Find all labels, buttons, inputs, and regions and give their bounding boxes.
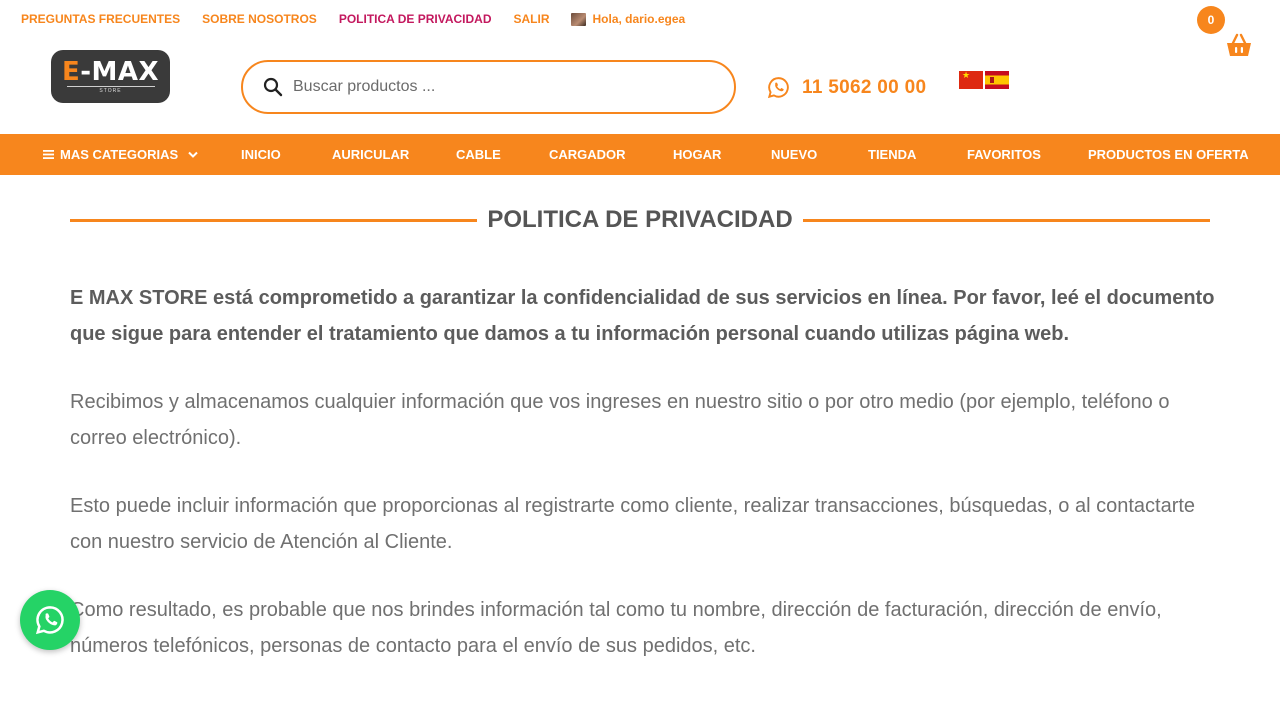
faq-link[interactable]: PREGUNTAS FRECUENTES [21, 12, 180, 26]
page-title-bar: POLITICA DE PRIVACIDAD [70, 206, 1210, 234]
privacy-content: E MAX STORE está comprometido a garantiz… [70, 280, 1215, 696]
logo-prefix: E [61, 57, 81, 87]
spanish-flag-icon[interactable] [985, 71, 1009, 89]
nav-item-tienda[interactable]: TIENDA [868, 147, 916, 162]
logo-name: -MAX [80, 57, 160, 87]
title-divider-left [70, 218, 478, 222]
about-link[interactable]: SOBRE NOSOTROS [202, 12, 317, 26]
cart-widget[interactable]: 0 [1197, 6, 1267, 66]
nav-item-ofertas[interactable]: PRODUCTOS EN OFERTA [1088, 147, 1249, 162]
main-nav: MAS CATEGORIAS INICIO AURICULAR CABLE CA… [0, 134, 1280, 175]
paragraph: Como resultado, es probable que nos brin… [70, 599, 1162, 657]
phone-number: 11 5062 00 00 [802, 76, 927, 98]
chinese-flag-icon[interactable] [959, 71, 983, 89]
nav-item-auricular[interactable]: AURICULAR [332, 147, 409, 162]
cart-count-badge: 0 [1197, 6, 1225, 34]
intro-paragraph: E MAX STORE está comprometido a garantiz… [70, 287, 1215, 345]
search-box [241, 60, 736, 114]
nav-item-favoritos[interactable]: FAVORITOS [967, 147, 1041, 162]
basket-icon [1227, 33, 1251, 56]
title-divider-right [802, 218, 1210, 222]
search-input[interactable] [293, 78, 693, 96]
store-logo[interactable]: E-MAX STORE [51, 50, 170, 103]
search-icon[interactable] [263, 77, 283, 97]
paragraph: Recibimos y almacenamos cualquier inform… [70, 391, 1170, 449]
nav-categories[interactable]: MAS CATEGORIAS [43, 147, 198, 162]
logout-link[interactable]: SALIR [513, 12, 549, 26]
nav-item-cargador[interactable]: CARGADOR [549, 147, 626, 162]
language-switcher [959, 71, 1009, 89]
top-links-bar: PREGUNTAS FRECUENTES SOBRE NOSOTROS POLI… [21, 12, 685, 26]
whatsapp-chat-button[interactable] [20, 590, 80, 650]
menu-icon [43, 150, 54, 159]
nav-item-cable[interactable]: CABLE [456, 147, 501, 162]
user-greeting-text: Hola, dario.egea [592, 12, 686, 26]
avatar [571, 12, 587, 26]
paragraph: Esto puede incluir información que propo… [70, 495, 1196, 553]
nav-item-inicio[interactable]: INICIO [241, 147, 281, 162]
nav-categories-label: MAS CATEGORIAS [60, 147, 179, 162]
whatsapp-icon [35, 606, 64, 635]
whatsapp-icon [767, 77, 789, 99]
page-title: POLITICA DE PRIVACIDAD [487, 206, 793, 233]
logo-subtitle: STORE [66, 86, 155, 94]
chevron-down-icon [188, 151, 198, 158]
nav-item-nuevo[interactable]: NUEVO [771, 147, 817, 162]
nav-item-hogar[interactable]: HOGAR [673, 147, 721, 162]
contact-phone[interactable]: 11 5062 00 00 [767, 76, 926, 99]
privacy-link[interactable]: POLITICA DE PRIVACIDAD [339, 12, 492, 26]
user-greeting[interactable]: Hola, dario.egea [571, 12, 685, 26]
